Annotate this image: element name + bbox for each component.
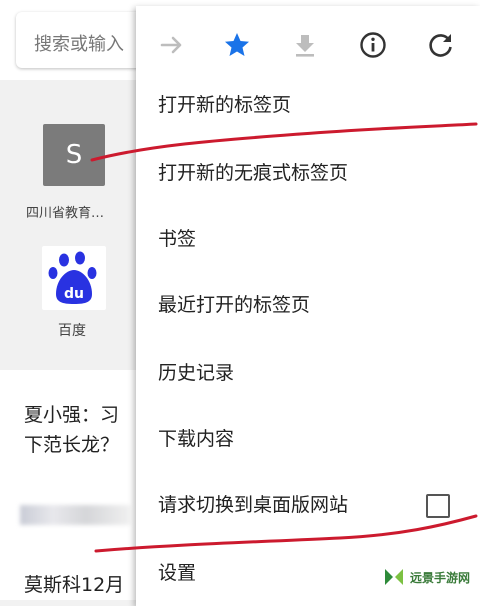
speed-dial-tile-sichuan[interactable]: S [43,124,105,186]
watermark: 远景手游网 [382,562,476,592]
bookmark-star-icon[interactable] [222,30,252,60]
desktop-site-checkbox[interactable] [426,494,450,518]
search-placeholder[interactable]: 搜索或输入 [34,30,124,56]
forward-icon[interactable] [156,30,186,60]
baidu-paw-icon: du [48,251,97,304]
blurred-news-meta [20,505,130,525]
baidu-logo-text: du [64,286,84,302]
watermark-logo-icon [385,569,403,585]
menu-item-downloads[interactable]: 下载内容 [158,424,234,454]
tile-label-baidu[interactable]: 百度 [58,320,86,340]
menu-item-recent-tabs[interactable]: 最近打开的标签页 [158,290,310,320]
menu-item-history[interactable]: 历史记录 [158,358,234,388]
menu-item-bookmarks[interactable]: 书签 [158,224,196,254]
menu-item-settings[interactable]: 设置 [158,558,196,588]
watermark-text: 远景手游网 [410,570,471,585]
info-icon[interactable] [358,30,388,60]
overflow-menu: 打开新的标签页 打开新的无痕式标签页 书签 最近打开的标签页 历史记录 下载内容… [136,6,480,606]
menu-item-new-incognito-tab[interactable]: 打开新的无痕式标签页 [158,158,348,188]
menu-toolbar [136,20,480,72]
menu-item-request-desktop-site[interactable]: 请求切换到桌面版网站 [158,490,348,520]
download-icon[interactable] [290,30,320,60]
tile-letter: S [65,140,83,170]
news-item-2[interactable]: 莫斯科12月 [24,570,124,597]
menu-item-new-tab[interactable]: 打开新的标签页 [158,90,291,120]
speed-dial-tile-baidu[interactable]: du [42,246,106,310]
refresh-icon[interactable] [426,30,456,60]
tile-label-sichuan[interactable]: 四川省教育… [26,202,104,221]
